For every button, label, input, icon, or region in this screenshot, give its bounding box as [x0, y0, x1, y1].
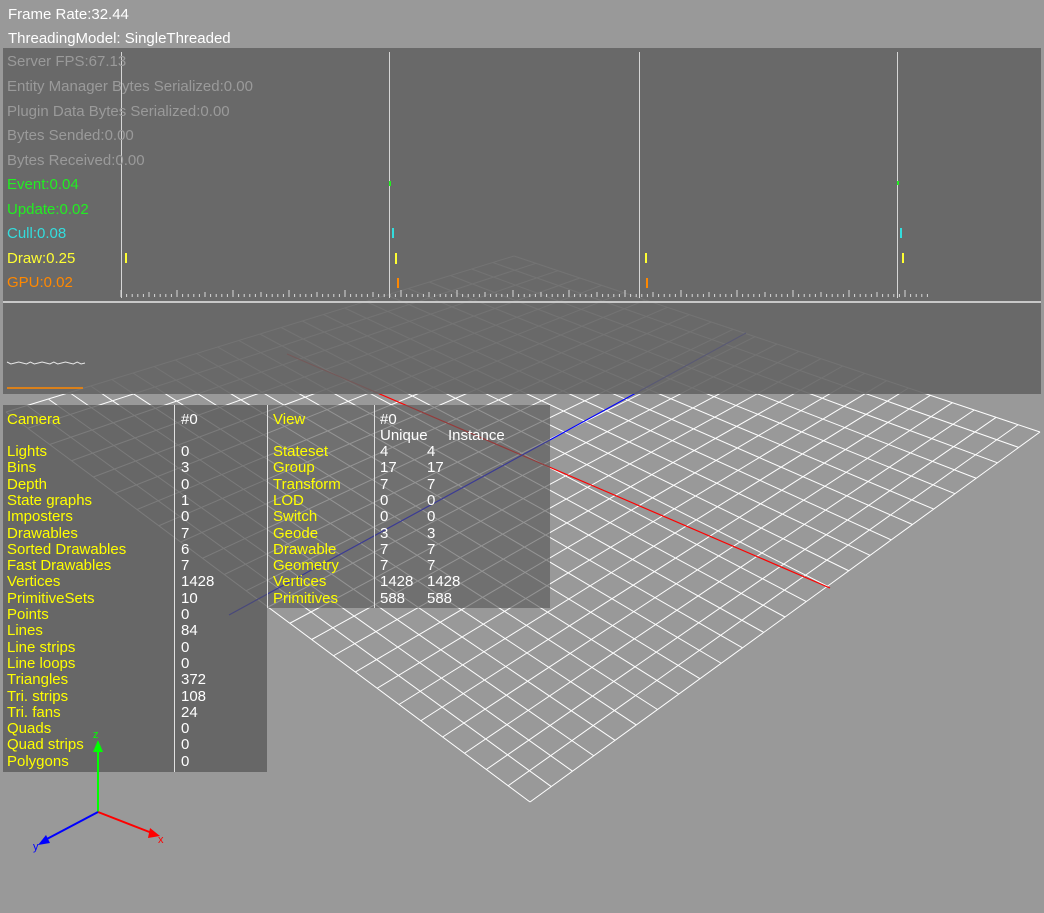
y-axis-label: y [33, 841, 39, 853]
z-axis-label: z [93, 729, 99, 741]
x-axis-arrow [97, 811, 153, 834]
y-axis-arrow [44, 811, 99, 841]
axes-gizmo: z x y [33, 729, 164, 853]
z-axis-arrowhead [93, 740, 103, 752]
y-axis-arrowhead [38, 835, 50, 845]
x-axis-label: x [158, 834, 164, 846]
